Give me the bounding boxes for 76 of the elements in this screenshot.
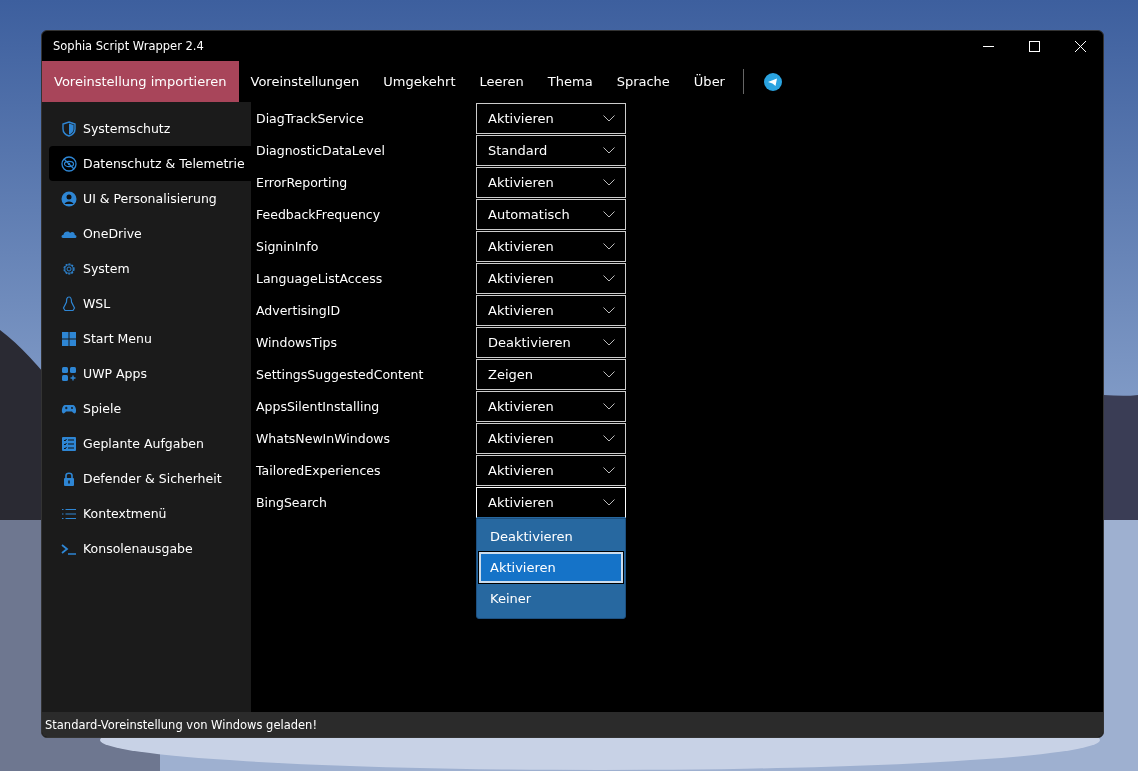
sidebar-item[interactable]: UWP Apps <box>49 356 239 391</box>
setting-label: AdvertisingID <box>256 302 342 318</box>
dropdown[interactable]: Aktivieren <box>476 390 626 422</box>
chevron-icon <box>603 370 615 378</box>
user-icon <box>61 190 77 207</box>
setting-label: BingSearch <box>256 494 328 510</box>
chevron-icon <box>603 178 615 186</box>
menu-item[interactable]: Voreinstellung importieren <box>42 61 239 102</box>
telegram-icon[interactable] <box>764 72 782 91</box>
dropdown[interactable]: Aktivieren <box>476 166 626 198</box>
chevron-icon <box>603 466 615 474</box>
chevron-icon <box>603 146 615 154</box>
setting-label: WindowsTips <box>256 334 338 350</box>
window-title: Sophia Script Wrapper 2.4 <box>53 39 205 53</box>
chevron-icon <box>603 402 615 410</box>
sidebar-item[interactable]: Konsolenausgabe <box>49 531 239 566</box>
sidebar-item[interactable]: OneDrive <box>49 216 239 251</box>
sidebar-item[interactable]: System <box>49 251 239 286</box>
menu-item[interactable]: Voreinstellungen <box>238 61 372 102</box>
gear-icon <box>61 260 77 277</box>
sidebar-item[interactable]: WSL <box>49 286 239 321</box>
sidebar-item[interactable]: Start Menu <box>49 321 239 356</box>
dropdown-option[interactable]: Aktivieren <box>479 551 623 583</box>
sidebar-item[interactable]: Systemschutz <box>49 111 239 146</box>
dropdown-option[interactable]: Keiner <box>479 582 623 614</box>
chevron-icon <box>603 498 615 506</box>
setting-label: ErrorReporting <box>256 174 349 190</box>
menu-item[interactable]: Leeren <box>467 61 536 102</box>
chevron-icon <box>603 242 615 250</box>
dropdown[interactable]: Aktivieren <box>476 102 626 134</box>
setting-label: LanguageListAccess <box>256 270 384 286</box>
setting-label: AppsSilentInstalling <box>256 398 381 414</box>
dropdown[interactable]: Aktivieren <box>476 294 626 326</box>
chevron-icon <box>603 210 615 218</box>
penguin-icon <box>61 295 77 312</box>
chevron-icon <box>603 338 615 346</box>
dropdown[interactable]: Automatisch <box>476 198 626 230</box>
sidebar-item[interactable]: Spiele <box>49 391 239 426</box>
setting-label: DiagnosticDataLevel <box>256 142 386 158</box>
close-icon <box>1074 40 1086 52</box>
sidebar-item[interactable]: UI & Personalisierung <box>49 181 239 216</box>
dropdown-option[interactable]: Deaktivieren <box>479 520 623 552</box>
maximize-icon <box>1028 40 1040 52</box>
menu-item[interactable]: Über <box>681 61 737 102</box>
menu-item[interactable]: Umgekehrt <box>371 61 468 102</box>
chevron-icon <box>603 114 615 122</box>
sidebar-item[interactable]: Geplante Aufgaben <box>49 426 239 461</box>
setting-label: DiagTrackService <box>256 110 365 126</box>
setting-label: FeedbackFrequency <box>256 206 382 222</box>
dropdown[interactable]: Aktivieren <box>476 422 626 454</box>
dropdown[interactable]: Aktivieren <box>476 486 626 518</box>
apps-icon <box>61 365 77 382</box>
dropdown[interactable]: Aktivieren <box>476 230 626 262</box>
checklist-icon <box>61 435 77 452</box>
dropdown[interactable]: Aktivieren <box>476 262 626 294</box>
menu-item[interactable]: Sprache <box>604 61 682 102</box>
windows-icon <box>61 330 77 347</box>
lock-icon <box>61 470 77 487</box>
shield-icon <box>61 120 77 137</box>
menu-item[interactable]: Thema <box>535 61 605 102</box>
chevron-icon <box>603 434 615 442</box>
chevron-icon <box>603 274 615 282</box>
sidebar-item[interactable]: Datenschutz & Telemetrie <box>49 146 251 181</box>
eye-icon <box>61 155 77 172</box>
status-text: Standard-Voreinstellung von Windows geladen! <box>45 717 317 732</box>
setting-label: SigninInfo <box>256 238 320 254</box>
setting-label: WhatsNewInWindows <box>256 430 392 446</box>
dropdown[interactable]: Standard <box>476 134 626 166</box>
dropdown[interactable]: Deaktivieren <box>476 326 626 358</box>
sidebar-item[interactable]: Kontextmenü <box>49 496 239 531</box>
setting-label: SettingsSuggestedContent <box>256 366 425 382</box>
sidebar-item[interactable]: Defender & Sicherheit <box>49 461 239 496</box>
dropdown[interactable]: Zeigen <box>476 358 626 390</box>
setting-label: TailoredExperiences <box>256 462 382 478</box>
chevron-icon <box>603 306 615 314</box>
dropdown[interactable]: Aktivieren <box>476 454 626 486</box>
